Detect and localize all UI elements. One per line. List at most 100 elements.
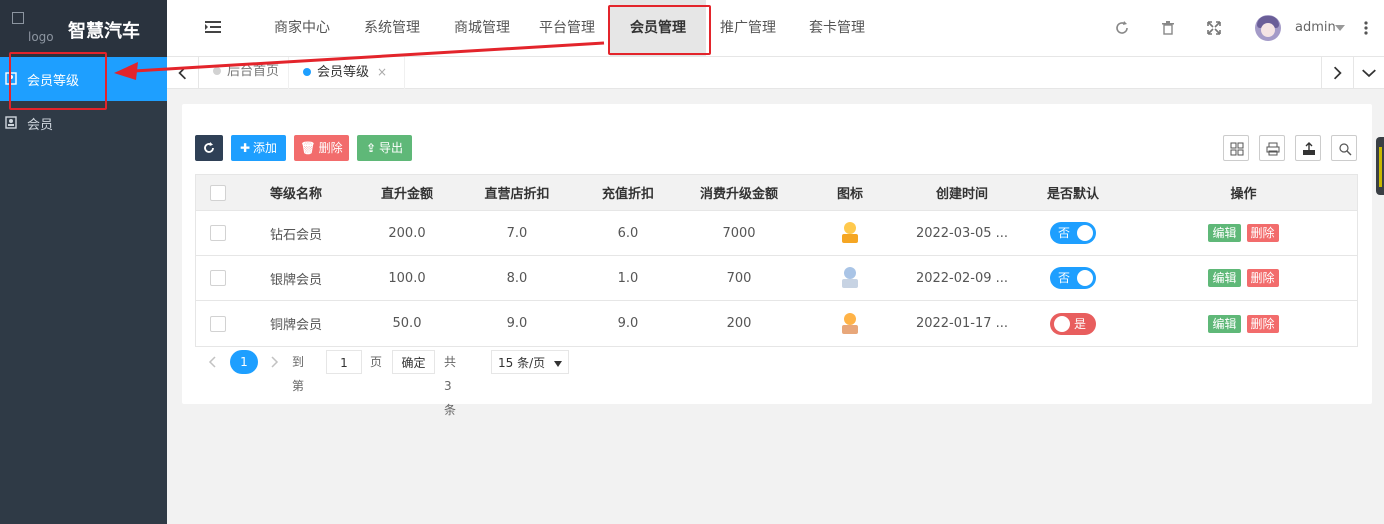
direct-amount: 100.0 <box>388 270 426 286</box>
delete-button-label: 删除 <box>318 141 343 155</box>
select-all-cell <box>196 175 240 210</box>
column-header[interactable]: 图标 <box>794 175 906 210</box>
refresh-icon[interactable] <box>1113 19 1131 37</box>
select-all-checkbox[interactable] <box>210 184 226 201</box>
trash-icon: 🗑 <box>300 141 316 155</box>
refresh-button[interactable] <box>195 135 223 161</box>
fullscreen-icon[interactable] <box>1205 19 1223 37</box>
row-select-cell <box>196 256 240 300</box>
icon-cell <box>794 256 906 300</box>
tabs-bar: 后台首页 会员等级 × <box>167 57 1384 89</box>
chevron-left-icon[interactable] <box>204 350 220 374</box>
nav-system-management[interactable]: 系统管理 <box>347 0 437 57</box>
delete-row-button[interactable]: 删除 <box>1246 269 1279 287</box>
chevron-down-icon[interactable] <box>1335 25 1345 31</box>
plus-icon: ✚ <box>239 141 251 155</box>
default-toggle[interactable]: 否 <box>1050 267 1096 289</box>
confirm-page-button[interactable]: 确定 <box>392 350 435 374</box>
columns-toggle-button[interactable] <box>1223 135 1249 161</box>
delete-row-button[interactable]: 删除 <box>1246 224 1279 242</box>
nav-promotion-management[interactable]: 推广管理 <box>703 0 793 57</box>
column-header[interactable]: 充值折扣 <box>572 175 684 210</box>
store-discount: 8.0 <box>506 270 528 286</box>
member-card-icon <box>5 116 17 129</box>
search-button[interactable] <box>1331 135 1357 161</box>
close-icon[interactable]: × <box>377 65 387 79</box>
chevron-right-icon[interactable] <box>1321 57 1353 89</box>
level-name: 银牌会员 <box>269 272 322 288</box>
silver-medal-icon <box>841 266 859 290</box>
sidebar-toggle-icon[interactable] <box>205 20 221 34</box>
edit-button[interactable]: 编辑 <box>1208 269 1241 287</box>
column-header[interactable]: 消费升级金额 <box>684 175 794 210</box>
column-header[interactable]: 等级名称 <box>240 175 352 210</box>
column-header[interactable]: 直营店折扣 <box>462 175 572 210</box>
tab-home[interactable]: 后台首页 <box>199 57 289 89</box>
brand: logo 智慧汽车 <box>0 0 167 57</box>
print-button[interactable] <box>1259 135 1285 161</box>
toggle-label: 否 <box>1058 226 1071 240</box>
row-checkbox[interactable] <box>210 315 226 332</box>
nav-merchant-center[interactable]: 商家中心 <box>257 0 347 57</box>
logo-alt: logo <box>28 30 54 44</box>
chevron-down-icon[interactable] <box>1353 57 1384 89</box>
total-count: 共 3 条 <box>444 355 457 417</box>
delete-button[interactable]: 🗑 删除 <box>294 135 349 161</box>
row-checkbox[interactable] <box>210 225 226 241</box>
search-icon <box>1339 143 1352 156</box>
columns-icon <box>1230 142 1244 156</box>
nav-mall-management[interactable]: 商城管理 <box>437 0 527 57</box>
recharge-discount: 6.0 <box>617 225 639 241</box>
export-button-label: 导出 <box>379 141 404 155</box>
page-size-select[interactable]: 15 条/页 <box>491 350 569 374</box>
page-size-value: 15 条/页 <box>498 356 546 370</box>
logo-image: logo <box>12 12 60 46</box>
default-toggle[interactable]: 否 <box>1050 222 1096 244</box>
default-toggle[interactable]: 是 <box>1050 312 1096 335</box>
page-unit: 页 <box>370 355 383 369</box>
content-card: ✚ 添加 🗑 删除 ⇪ 导出 等级名称 直升金额 直营店折扣 充值折扣 消费升级金额 … <box>182 104 1372 417</box>
tab-member-level[interactable]: 会员等级 × <box>289 57 405 89</box>
export-table-button[interactable] <box>1295 135 1321 161</box>
member-level-table: 等级名称 直升金额 直营店折扣 充值折扣 消费升级金额 图标 创建时间 是否默认… <box>195 174 1358 347</box>
column-header[interactable]: 是否默认 <box>1018 175 1128 210</box>
store-discount: 9.0 <box>506 316 528 331</box>
toggle-label: 是 <box>1074 316 1087 331</box>
trash-icon[interactable] <box>1159 19 1177 37</box>
created-time: 2022-03-05 ... <box>915 225 1009 241</box>
actions-cell: 编辑 删除 <box>1128 211 1359 255</box>
column-header[interactable]: 创建时间 <box>906 175 1018 210</box>
column-header[interactable]: 操作 <box>1128 175 1359 210</box>
add-button-label: 添加 <box>253 141 278 155</box>
column-header[interactable]: 直升金额 <box>352 175 462 210</box>
chevron-left-icon[interactable] <box>167 57 199 89</box>
row-checkbox[interactable] <box>210 270 226 286</box>
export-button[interactable]: ⇪ 导出 <box>357 135 412 161</box>
add-button[interactable]: ✚ 添加 <box>231 135 286 161</box>
nav-card-management[interactable]: 套卡管理 <box>792 0 882 57</box>
page-input[interactable]: 1 <box>326 350 362 374</box>
broken-image-icon <box>12 12 24 24</box>
default-cell: 否 <box>1018 256 1128 300</box>
nav-platform-management[interactable]: 平台管理 <box>522 0 612 57</box>
side-widget[interactable] <box>1376 137 1384 195</box>
direct-amount: 200.0 <box>388 225 426 241</box>
more-vertical-icon[interactable] <box>1363 18 1369 38</box>
sidebar-item-label: 会员 <box>27 118 54 133</box>
chevron-right-icon[interactable] <box>266 350 282 374</box>
username[interactable]: admin <box>1295 20 1336 35</box>
level-name: 钻石会员 <box>269 227 322 243</box>
edit-button[interactable]: 编辑 <box>1208 314 1241 333</box>
recharge-discount: 9.0 <box>617 316 639 331</box>
export-icon <box>1303 142 1315 155</box>
delete-row-button[interactable]: 删除 <box>1246 314 1279 333</box>
actions-cell: 编辑 删除 <box>1128 301 1359 346</box>
recharge-discount: 1.0 <box>617 270 639 286</box>
tab-label: 会员等级 <box>317 65 370 80</box>
page-current[interactable]: 1 <box>230 350 258 374</box>
created-time: 2022-02-09 ... <box>915 270 1009 286</box>
avatar[interactable] <box>1255 15 1281 41</box>
default-cell: 否 <box>1018 211 1128 255</box>
table-row: 银牌会员 100.0 8.0 1.0 700 2022-02-09 ... 否 … <box>196 256 1357 301</box>
edit-button[interactable]: 编辑 <box>1208 224 1241 242</box>
